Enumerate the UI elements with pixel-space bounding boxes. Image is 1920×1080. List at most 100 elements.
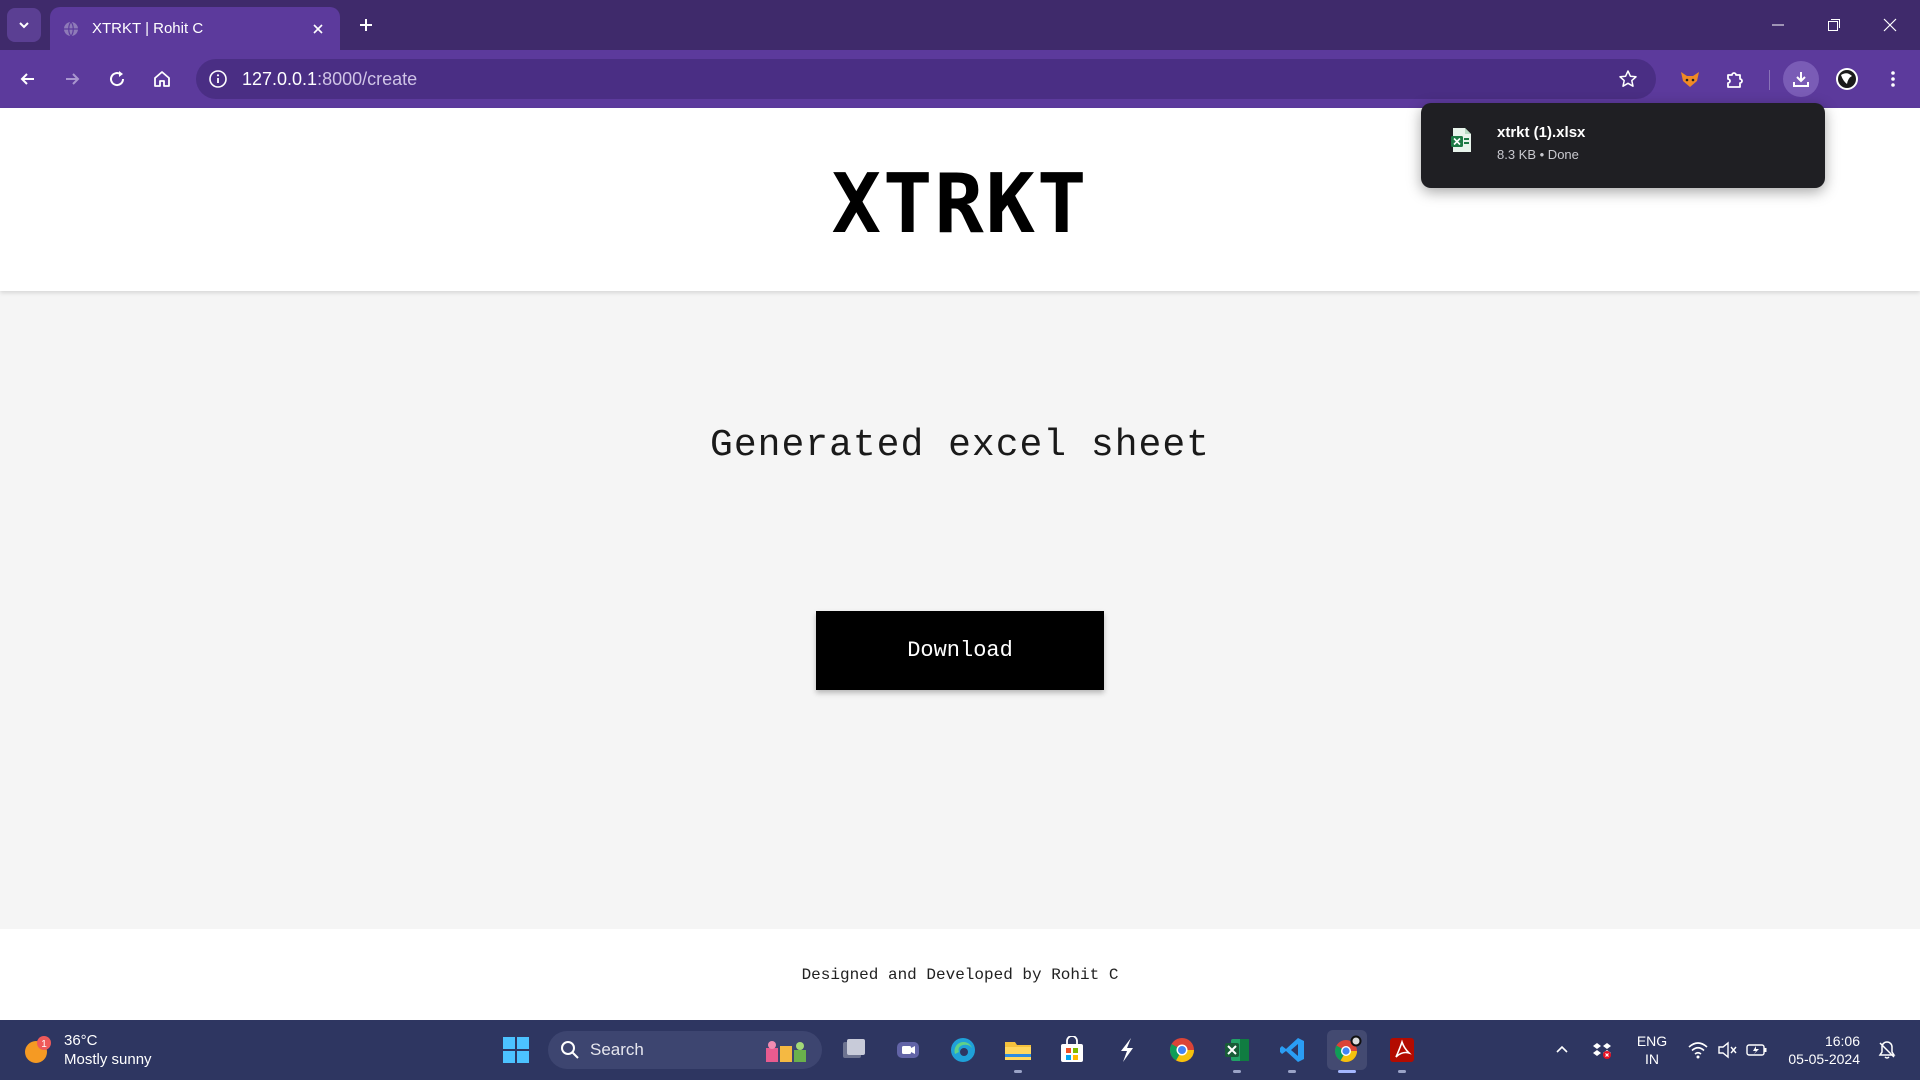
profile-button[interactable]	[1829, 61, 1865, 97]
info-icon	[209, 70, 227, 88]
url-text: 127.0.0.1:8000/create	[242, 69, 417, 90]
close-window-button[interactable]	[1862, 0, 1918, 50]
taskbar-app-store[interactable]	[1052, 1030, 1092, 1070]
chrome-icon	[1169, 1038, 1194, 1063]
slash-app-icon	[1121, 1038, 1133, 1062]
taskbar-search[interactable]: Search	[548, 1031, 822, 1069]
taskbar-app-chrome-profile[interactable]	[1327, 1030, 1367, 1073]
chevron-up-icon	[1556, 1045, 1568, 1053]
puzzle-icon	[1727, 72, 1743, 88]
folder-icon	[1005, 1042, 1031, 1060]
weather-sun-icon: 1	[22, 1034, 54, 1066]
language-code: ENG	[1636, 1033, 1668, 1049]
volume-muted-icon	[1718, 1041, 1737, 1059]
restore-button[interactable]	[1806, 0, 1862, 50]
wifi-icon	[1688, 1042, 1708, 1059]
dropbox-icon	[1593, 1043, 1611, 1059]
download-file-name[interactable]: xtrkt (1).xlsx	[1497, 124, 1585, 141]
weather-alert-badge: 1	[41, 1039, 47, 1050]
start-button[interactable]	[496, 1030, 536, 1070]
browser-menu-button[interactable]	[1875, 61, 1911, 97]
close-icon	[313, 23, 323, 34]
search-highlight-icon	[766, 1041, 806, 1062]
weather-widget[interactable]: 1 36°C Mostly sunny	[22, 1028, 152, 1072]
page-heading: Generated excel sheet	[710, 424, 1210, 467]
taskbar-app-excel[interactable]	[1217, 1030, 1257, 1073]
arrow-left-icon	[20, 73, 34, 85]
tab-strip: XTRKT | Rohit C	[0, 0, 1920, 50]
search-icon	[561, 1041, 579, 1059]
taskbar-app-vscode[interactable]	[1272, 1030, 1312, 1073]
url-path: :8000/create	[317, 68, 418, 89]
browser-toolbar: 127.0.0.1:8000/create	[0, 50, 1920, 108]
excel-icon	[1225, 1039, 1249, 1061]
site-footer: Designed and Developed by Rohit C	[0, 929, 1920, 1020]
site-info-button[interactable]	[200, 61, 236, 97]
tab-active[interactable]: XTRKT | Rohit C	[50, 7, 340, 50]
app-running-indicator	[1338, 1070, 1356, 1073]
taskbar-clock[interactable]: 16:06 05-05-2024	[1780, 1032, 1860, 1068]
task-view-icon	[843, 1039, 865, 1058]
tray-dropbox[interactable]	[1588, 1020, 1616, 1080]
fox-icon	[1681, 72, 1699, 87]
footer-credit: Designed and Developed by Rohit C	[801, 965, 1119, 984]
taskbar-app-meet[interactable]	[888, 1030, 928, 1070]
minimize-icon	[1772, 24, 1784, 26]
minimize-button[interactable]	[1750, 0, 1806, 50]
home-button[interactable]	[144, 61, 180, 97]
taskbar: 1 36°C Mostly sunny Search ENG IN 16:06 …	[0, 1020, 1920, 1080]
download-button[interactable]: Download	[816, 611, 1104, 690]
store-icon	[1061, 1036, 1083, 1062]
plus-icon	[360, 19, 372, 31]
extension-fox-button[interactable]	[1672, 61, 1708, 97]
taskbar-app-file-explorer[interactable]	[998, 1030, 1038, 1073]
tab-close-button[interactable]	[308, 19, 328, 39]
language-indicator[interactable]: ENG IN	[1632, 1032, 1672, 1068]
taskbar-app-slash[interactable]	[1107, 1030, 1147, 1070]
tray-wifi[interactable]	[1684, 1020, 1712, 1080]
new-tab-button[interactable]	[352, 11, 380, 39]
download-bubble[interactable]: xtrkt (1).xlsx 8.3 KB • Done	[1421, 103, 1825, 188]
more-vert-icon	[1891, 71, 1895, 87]
app-running-indicator	[1233, 1070, 1241, 1073]
extensions-button[interactable]	[1717, 61, 1753, 97]
app-running-indicator	[1288, 1070, 1296, 1073]
tray-battery[interactable]	[1742, 1020, 1772, 1080]
url-host: 127.0.0.1	[242, 68, 318, 89]
weather-condition: Mostly sunny	[64, 1051, 152, 1068]
battery-charging-icon	[1746, 1044, 1767, 1056]
tab-title: XTRKT | Rohit C	[92, 20, 204, 37]
taskbar-app-edge[interactable]	[943, 1030, 983, 1070]
forward-button[interactable]	[54, 61, 90, 97]
address-bar[interactable]: 127.0.0.1:8000/create	[196, 59, 1656, 99]
language-region: IN	[1645, 1051, 1659, 1067]
download-file-meta: 8.3 KB • Done	[1497, 147, 1579, 162]
bookmark-button[interactable]	[1610, 61, 1646, 97]
close-icon	[1883, 18, 1897, 32]
toolbar-divider	[1769, 70, 1770, 90]
back-button[interactable]	[10, 61, 46, 97]
tray-overflow-button[interactable]	[1548, 1020, 1576, 1080]
weather-temperature: 36°C	[64, 1032, 98, 1049]
chrome-profile-icon	[1335, 1035, 1362, 1062]
tray-volume[interactable]	[1713, 1020, 1741, 1080]
windows-icon	[503, 1037, 529, 1063]
chevron-down-icon	[19, 22, 29, 29]
app-running-indicator	[1014, 1070, 1022, 1073]
restore-icon	[1828, 19, 1840, 31]
meet-icon	[897, 1042, 919, 1058]
home-icon	[154, 71, 170, 87]
tab-search-button[interactable]	[7, 8, 41, 42]
arrow-right-icon	[66, 73, 80, 85]
reload-button[interactable]	[99, 61, 135, 97]
taskbar-app-acrobat[interactable]	[1382, 1030, 1422, 1073]
taskbar-app-chrome[interactable]	[1162, 1030, 1202, 1070]
star-icon	[1619, 70, 1637, 87]
site-logo: XTRKT	[831, 157, 1089, 252]
search-label: Search	[590, 1040, 644, 1059]
tray-notifications[interactable]	[1872, 1020, 1902, 1080]
globe-icon	[64, 21, 78, 36]
taskbar-app-taskview[interactable]	[834, 1030, 874, 1070]
downloads-button[interactable]	[1783, 61, 1819, 97]
clock-date: 05-05-2024	[1788, 1051, 1860, 1067]
